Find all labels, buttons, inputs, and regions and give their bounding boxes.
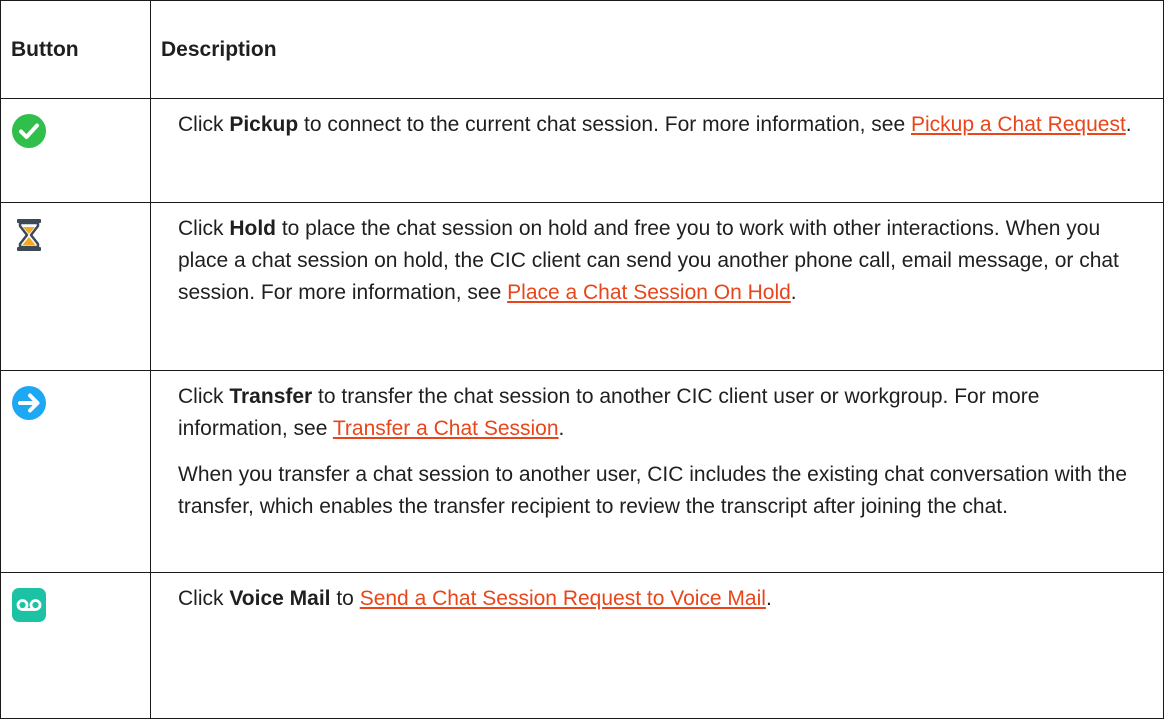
checkmark-circle-icon <box>11 113 47 149</box>
link-pickup-chat-request[interactable]: Pickup a Chat Request <box>911 113 1126 136</box>
icon-cell <box>0 202 151 371</box>
description-text: Click Voice Mail to Send a Chat Session … <box>178 587 772 610</box>
button-name: Voice Mail <box>229 587 331 610</box>
button-description-table: Button Description Click Pickup to conne… <box>0 0 1164 719</box>
table-row-pickup: Click Pickup to connect to the current c… <box>0 98 1164 203</box>
hourglass-icon <box>11 217 47 253</box>
description-cell: Click Transfer to transfer the chat sess… <box>150 370 1164 573</box>
link-transfer-chat-session[interactable]: Transfer a Chat Session <box>333 417 559 440</box>
description-cell: Click Hold to place the chat session on … <box>150 202 1164 371</box>
icon-cell <box>0 98 151 203</box>
link-place-chat-on-hold[interactable]: Place a Chat Session On Hold <box>507 281 791 304</box>
table-row-transfer: Click Transfer to transfer the chat sess… <box>0 370 1164 573</box>
description-text: Click Pickup to connect to the current c… <box>178 113 1132 136</box>
description-text: Click Transfer to transfer the chat sess… <box>178 385 1040 440</box>
description-note: When you transfer a chat session to anot… <box>178 463 1128 518</box>
description-cell: Click Pickup to connect to the current c… <box>150 98 1164 203</box>
table-row-hold: Click Hold to place the chat session on … <box>0 202 1164 371</box>
header-row: Button Description <box>0 0 1164 99</box>
arrow-right-circle-icon <box>11 385 47 421</box>
button-name: Pickup <box>229 113 299 136</box>
voicemail-icon <box>11 587 47 623</box>
button-name: Hold <box>229 217 276 240</box>
icon-cell <box>0 572 151 719</box>
header-description: Description <box>150 0 1164 99</box>
button-name: Transfer <box>229 385 313 408</box>
link-send-chat-to-voicemail[interactable]: Send a Chat Session Request to Voice Mai… <box>360 587 766 610</box>
description-text: Click Hold to place the chat session on … <box>178 217 1119 304</box>
description-cell: Click Voice Mail to Send a Chat Session … <box>150 572 1164 719</box>
header-button: Button <box>0 0 151 99</box>
icon-cell <box>0 370 151 573</box>
table-row-voicemail: Click Voice Mail to Send a Chat Session … <box>0 572 1164 719</box>
